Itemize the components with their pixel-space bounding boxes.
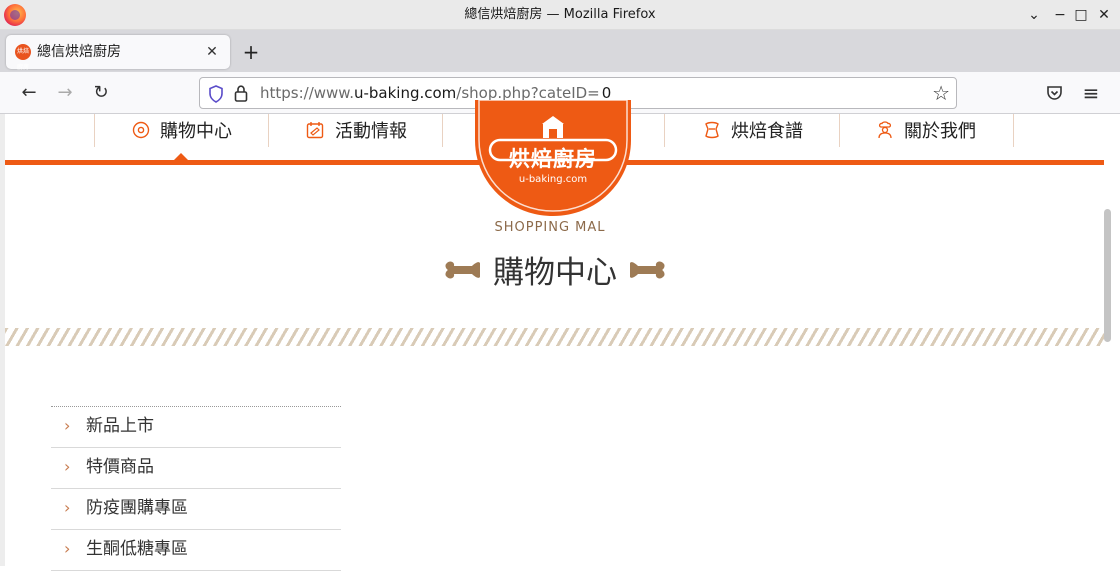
- menu-label-shop: 購物中心: [160, 121, 232, 142]
- site-favicon-icon: 烘焙廚房: [15, 44, 31, 71]
- logo-title: 烘焙廚房: [509, 147, 597, 171]
- category-list: › 新品上市 › 特價商品 › 防疫團購專區 › 生酮低糖專區: [51, 406, 341, 571]
- calendar-icon: [306, 122, 324, 139]
- chef-icon: [878, 121, 892, 139]
- tab-strip: 烘焙廚房 總信烘焙廚房 ✕ +: [0, 30, 1120, 72]
- tracking-shield-icon[interactable]: [208, 85, 224, 103]
- menu-label-events: 活動情報: [335, 121, 407, 142]
- section-heading: 購物中心: [440, 250, 670, 296]
- back-button[interactable]: ←: [16, 80, 42, 106]
- window-titlebar: 總信烘焙廚房 — Mozilla Firefox ⌄ − □ ✕: [0, 0, 1120, 30]
- logo-domain: u-baking.com: [518, 174, 588, 185]
- restore-button[interactable]: −: [1050, 5, 1070, 25]
- category-label: 新品上市: [86, 416, 154, 436]
- menu-label-about: 關於我們: [904, 121, 976, 142]
- window-title: 總信烘焙廚房 — Mozilla Firefox: [464, 7, 656, 22]
- minimize-button[interactable]: ⌄: [1024, 5, 1044, 25]
- menu-item-events[interactable]: 活動情報: [268, 114, 442, 147]
- active-menu-indicator: [173, 153, 189, 161]
- menu-divider: [442, 114, 472, 147]
- site-logo[interactable]: 烘焙廚房 u-baking.com: [470, 99, 636, 216]
- new-tab-button[interactable]: +: [238, 39, 264, 65]
- donut-icon: [132, 121, 150, 139]
- category-label: 生酮低糖專區: [86, 539, 188, 559]
- chevron-right-icon: ›: [64, 539, 71, 558]
- pocket-icon[interactable]: [1046, 85, 1063, 101]
- bookmark-star-icon[interactable]: ☆: [932, 81, 950, 105]
- app-menu-button[interactable]: ≡: [1078, 80, 1104, 106]
- maximize-button[interactable]: □: [1071, 5, 1091, 25]
- recipe-icon: [705, 121, 719, 139]
- tab-label: 總信烘焙廚房: [37, 44, 121, 60]
- category-item-sale[interactable]: › 特價商品: [51, 448, 341, 489]
- reload-button[interactable]: ↻: [88, 80, 114, 106]
- web-page: 購物中心 活動情報 烘焙食譜 關於我們 烘焙廚房 u-baking.com SH…: [0, 99, 1120, 571]
- menu-item-shop[interactable]: 購物中心: [94, 114, 268, 147]
- menu-item-recipes[interactable]: 烘焙食譜: [664, 114, 839, 147]
- menu-item-about[interactable]: 關於我們: [839, 114, 1014, 147]
- menu-label-recipes: 烘焙食譜: [731, 121, 803, 142]
- close-window-button[interactable]: ✕: [1094, 5, 1114, 25]
- category-label: 防疫團購專區: [86, 498, 188, 518]
- page-scrollbar[interactable]: [1104, 209, 1111, 342]
- chevron-right-icon: ›: [64, 498, 71, 517]
- right-bone-icon: [630, 261, 665, 279]
- lock-icon[interactable]: [234, 85, 248, 102]
- tab-close-button[interactable]: ✕: [202, 42, 222, 62]
- tab-active[interactable]: 烘焙廚房 總信烘焙廚房 ✕: [6, 35, 230, 71]
- decorative-stripe: [5, 328, 1104, 346]
- chevron-right-icon: ›: [64, 457, 71, 476]
- section-subtitle: SHOPPING MAL: [494, 220, 606, 235]
- category-item-group-buy[interactable]: › 防疫團購專區: [51, 489, 341, 530]
- chevron-right-icon: ›: [64, 416, 71, 435]
- category-label: 特價商品: [86, 457, 154, 477]
- category-item-new[interactable]: › 新品上市: [51, 407, 341, 448]
- forward-button[interactable]: →: [52, 80, 78, 106]
- category-item-keto[interactable]: › 生酮低糖專區: [51, 530, 341, 571]
